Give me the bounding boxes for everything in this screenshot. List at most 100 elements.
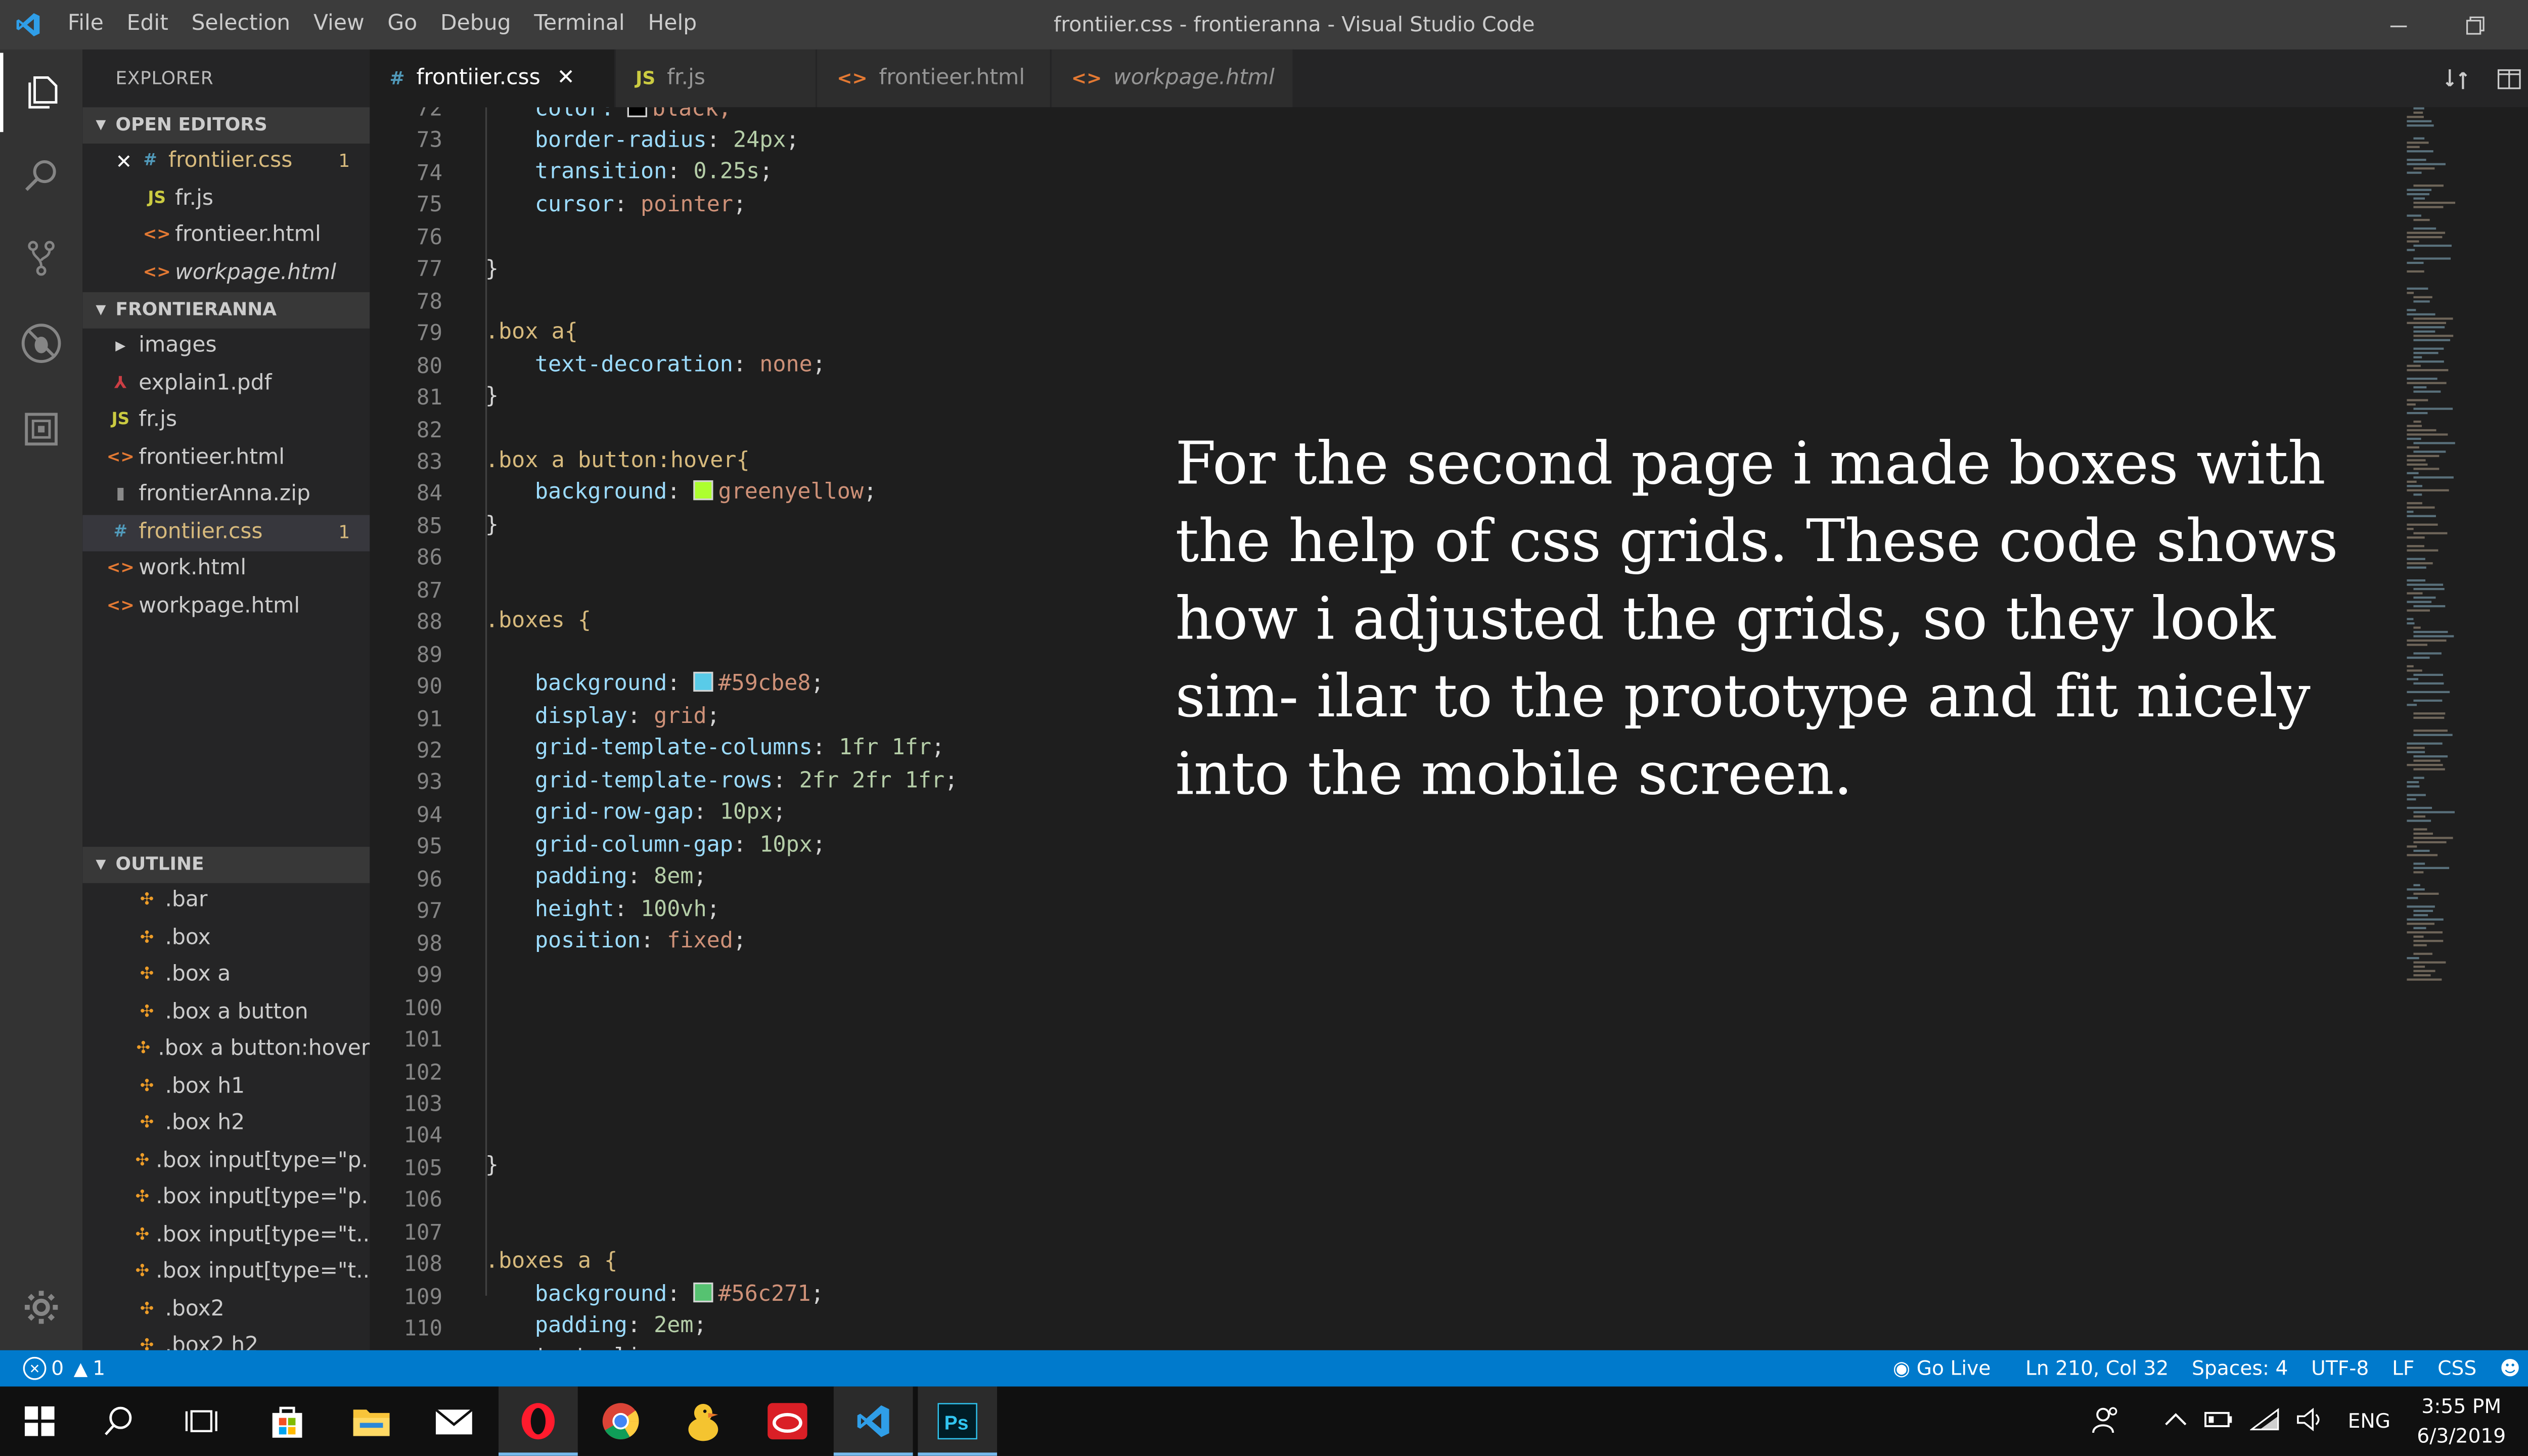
minimap[interactable]: [2404, 107, 2527, 998]
menu-view[interactable]: View: [302, 0, 376, 50]
feedback-smiley-icon[interactable]: ☻: [2488, 1357, 2528, 1380]
search-icon[interactable]: [79, 1387, 159, 1456]
menu-file[interactable]: File: [56, 0, 115, 50]
file-item-selected[interactable]: # frontiier.css 1: [82, 514, 370, 552]
open-editor-item[interactable]: <> workpage.html: [82, 255, 370, 292]
open-editor-item[interactable]: <> frontieer.html: [82, 218, 370, 255]
extensions-icon[interactable]: [0, 390, 82, 469]
code-token: position: [534, 929, 641, 954]
outline-item[interactable]: ✣ .box input[type="p...: [82, 1143, 370, 1180]
task-view-icon[interactable]: [162, 1387, 241, 1456]
go-live-button[interactable]: ◉ Go Live: [1881, 1357, 2002, 1380]
notification-center-icon[interactable]: [2519, 1405, 2528, 1437]
code-token: greenyellow: [718, 480, 864, 506]
outline-header[interactable]: ▼ OUTLINE: [82, 846, 370, 883]
volume-icon[interactable]: [2288, 1406, 2334, 1435]
color-swatch[interactable]: [693, 480, 713, 500]
chrome-browser-icon[interactable]: [581, 1387, 660, 1456]
source-control-icon[interactable]: [0, 218, 82, 297]
folder-item[interactable]: ▶ images: [82, 329, 370, 366]
open-editor-item[interactable]: JS fr.js: [82, 181, 370, 218]
file-item[interactable]: <> workpage.html: [82, 588, 370, 625]
open-changes-icon[interactable]: [2430, 65, 2482, 92]
line-number: 81: [416, 386, 443, 412]
battery-icon[interactable]: [2196, 1409, 2242, 1434]
code-line-73: border-radius: 24px;: [534, 128, 799, 154]
outline-item[interactable]: ✣ .box input[type="t...: [82, 1217, 370, 1254]
search-icon[interactable]: [0, 135, 82, 215]
photoshop-icon[interactable]: Ps: [918, 1386, 998, 1456]
outline-item[interactable]: ✣ .box2: [82, 1292, 370, 1329]
chevron-up-icon[interactable]: [2135, 1409, 2196, 1433]
cyberduck-icon[interactable]: [664, 1387, 743, 1456]
menu-help[interactable]: Help: [637, 0, 708, 50]
minimize-button[interactable]: [2361, 0, 2436, 50]
tab-fr-js[interactable]: JS fr.js: [615, 49, 818, 108]
menu-selection[interactable]: Selection: [180, 0, 302, 50]
minimap-line: [2407, 472, 2419, 475]
code-token: none: [759, 353, 812, 378]
line-ending[interactable]: LF: [2380, 1357, 2426, 1380]
explorer-icon[interactable]: [0, 53, 86, 132]
store-icon[interactable]: [248, 1387, 327, 1456]
restore-button[interactable]: [2436, 0, 2512, 50]
encoding[interactable]: UTF-8: [2299, 1357, 2380, 1380]
outline-item[interactable]: ✣ .box a: [82, 958, 370, 994]
minimap-line: [2413, 339, 2451, 341]
file-item[interactable]: ▮ frontierAnna.zip: [82, 477, 370, 514]
indentation[interactable]: Spaces: 4: [2180, 1357, 2299, 1380]
cursor-position[interactable]: Ln 210, Col 32: [2002, 1357, 2180, 1380]
minimap-line: [2407, 502, 2422, 505]
people-icon[interactable]: [2079, 1404, 2135, 1439]
color-swatch[interactable]: [693, 671, 713, 692]
outline-item[interactable]: ✣ .box2 h2: [82, 1329, 370, 1350]
outline-item[interactable]: ✣ .box input[type="t...: [82, 1254, 370, 1291]
tab-frontieer-html[interactable]: <> frontieer.html: [817, 49, 1052, 108]
html-file-icon: <>: [1071, 67, 1102, 89]
minimap-line: [2407, 369, 2449, 372]
mail-icon[interactable]: [415, 1387, 494, 1456]
tab-workpage-html[interactable]: <> workpage.html: [1051, 49, 1294, 108]
split-editor-icon[interactable]: [2483, 65, 2528, 92]
file-item[interactable]: JS fr.js: [82, 403, 370, 440]
minimap-line: [2407, 454, 2440, 458]
clock[interactable]: 3:55 PM 6/3/2019: [2404, 1391, 2519, 1451]
vscode-taskbar-icon[interactable]: [833, 1386, 913, 1456]
close-icon[interactable]: ✕: [116, 144, 139, 180]
close-icon[interactable]: ✕: [557, 66, 575, 91]
opera-browser-icon[interactable]: [499, 1386, 578, 1456]
outline-item[interactable]: ✣ .box h1: [82, 1069, 370, 1106]
file-item[interactable]: <> work.html: [82, 552, 370, 588]
outline-item[interactable]: ✣ .box a button: [82, 994, 370, 1031]
file-item[interactable]: <> frontieer.html: [82, 440, 370, 477]
windows-start-icon[interactable]: [0, 1387, 79, 1456]
menu-debug[interactable]: Debug: [429, 0, 522, 50]
file-item[interactable]: ⅄ explain1.pdf: [82, 366, 370, 402]
close-window-button[interactable]: [2512, 0, 2528, 50]
selector-icon: ✣: [135, 1262, 150, 1281]
pdf-file-icon: ⅄: [114, 374, 127, 392]
open-editors-header[interactable]: ▼ OPEN EDITORS: [82, 107, 370, 144]
open-editor-item[interactable]: ✕ # frontiier.css 1: [82, 144, 370, 180]
menu-edit[interactable]: Edit: [115, 0, 180, 50]
minimap-line: [2407, 313, 2435, 315]
tab-frontiier-css[interactable]: # frontiier.css ✕: [370, 49, 616, 108]
file-explorer-icon[interactable]: [332, 1387, 411, 1456]
creative-cloud-icon[interactable]: [748, 1387, 827, 1456]
wifi-icon[interactable]: [2242, 1407, 2288, 1435]
problems-indicator[interactable]: ✕ 0 ▲ 1: [0, 1350, 105, 1387]
debug-icon[interactable]: [0, 304, 82, 383]
outline-item[interactable]: ✣ .box h2: [82, 1106, 370, 1143]
folder-header[interactable]: ▼ FRONTIERANNA: [82, 292, 370, 329]
menu-terminal[interactable]: Terminal: [522, 0, 636, 50]
language-mode[interactable]: CSS: [2426, 1357, 2488, 1380]
outline-item[interactable]: ✣ .bar: [82, 883, 370, 920]
color-swatch[interactable]: [627, 107, 648, 117]
menu-go[interactable]: Go: [376, 0, 429, 50]
color-swatch[interactable]: [693, 1282, 713, 1303]
outline-item[interactable]: ✣ .box input[type="p...: [82, 1180, 370, 1217]
input-language[interactable]: ENG: [2334, 1409, 2404, 1433]
gear-icon[interactable]: [0, 1268, 82, 1347]
outline-item[interactable]: ✣ .box: [82, 920, 370, 957]
outline-item[interactable]: ✣ .box a button:hover: [82, 1032, 370, 1069]
